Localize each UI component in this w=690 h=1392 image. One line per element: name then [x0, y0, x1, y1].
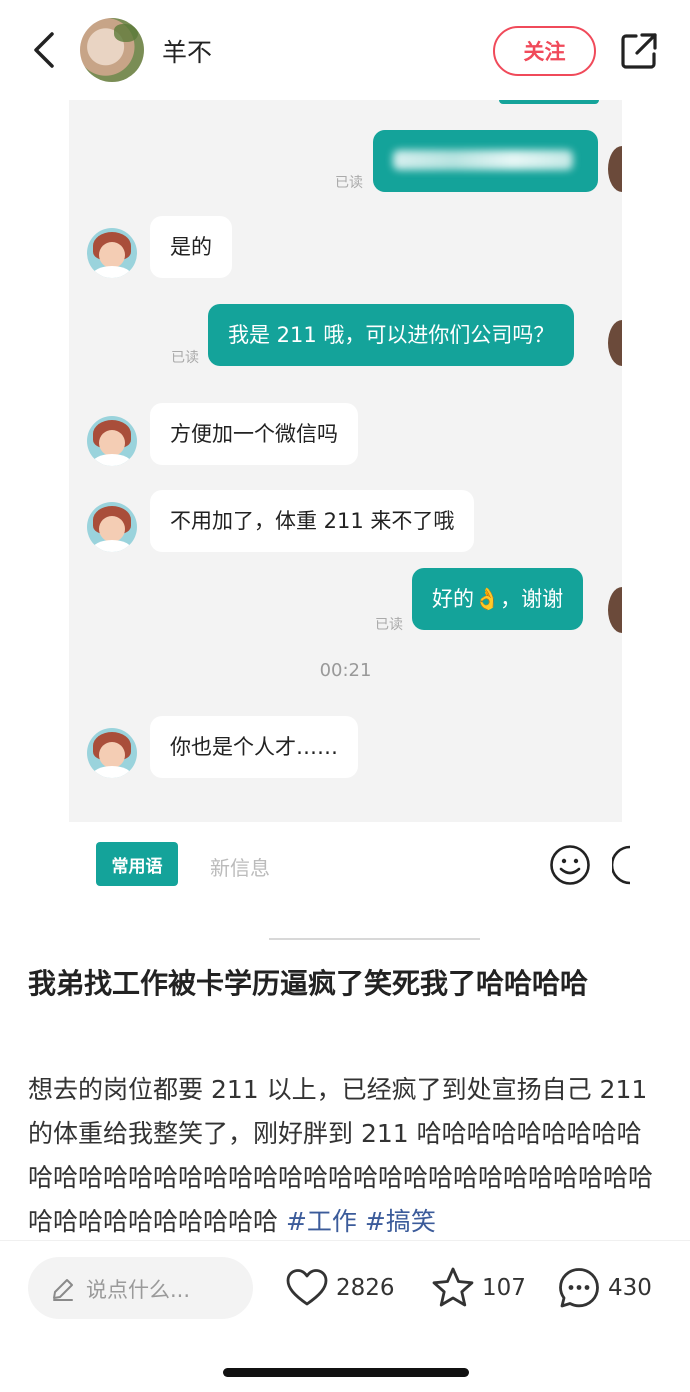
chat-input-placeholder: 新信息: [210, 856, 270, 880]
top-bar: 羊不 关注: [0, 0, 690, 100]
comment-count: 430: [608, 1275, 652, 1301]
more-icon: [612, 845, 631, 885]
self-avatar-edge: [608, 587, 622, 633]
read-receipt: 已读: [375, 617, 403, 633]
read-receipt: 已读: [171, 350, 199, 366]
emoji-icon: [550, 845, 590, 885]
like-button[interactable]: 2826: [284, 1263, 395, 1313]
comment-bubble-icon: [559, 1268, 599, 1308]
like-count: 2826: [336, 1275, 395, 1301]
favorite-button[interactable]: 107: [430, 1263, 526, 1313]
chat-message: 好的👌，谢谢: [412, 568, 584, 630]
chat-message: 你也是个人才……: [150, 716, 358, 778]
back-arrow-icon[interactable]: [26, 28, 66, 72]
contact-avatar: [87, 228, 137, 278]
chat-bubble-edge: [499, 100, 599, 104]
self-avatar-edge: [608, 146, 622, 192]
blurred-message-bubble: [373, 130, 598, 192]
contact-avatar: [87, 502, 137, 552]
star-icon: [432, 1267, 474, 1307]
home-indicator[interactable]: [223, 1368, 469, 1377]
contact-avatar: [87, 416, 137, 466]
self-avatar-edge: [608, 320, 622, 366]
quick-reply-button: 常用语: [96, 842, 178, 886]
chat-screenshot[interactable]: 已读 是的 我是 211 哦，可以进你们公司吗？ 已读 方便加一个微信吗 不用加…: [69, 100, 622, 822]
contact-avatar: [87, 728, 137, 778]
bottom-action-bar: 说点什么... 2826 107 430: [0, 1240, 690, 1340]
author-name[interactable]: 羊不: [162, 33, 212, 69]
heart-icon: [286, 1269, 328, 1306]
author-avatar[interactable]: [80, 18, 144, 82]
comment-placeholder: 说点什么...: [86, 1278, 191, 1302]
comment-input[interactable]: 说点什么...: [28, 1257, 253, 1319]
chat-input-bar: 常用语 新信息: [69, 822, 631, 902]
post-title: 我弟找工作被卡学历逼疯了笑死我了哈哈哈哈: [28, 967, 589, 1000]
chat-message: 我是 211 哦，可以进你们公司吗？: [208, 304, 575, 366]
hashtag-link[interactable]: #工作: [286, 1207, 357, 1236]
pencil-icon: [53, 1279, 73, 1301]
chat-message: 不用加了，体重 211 来不了哦: [150, 490, 475, 552]
favorite-count: 107: [482, 1275, 526, 1301]
follow-button[interactable]: 关注: [493, 26, 596, 76]
divider: [269, 938, 480, 940]
post-body: 想去的岗位都要 211 以上，已经疯了到处宣扬自己 211 的体重给我整笑了，刚…: [28, 1068, 660, 1244]
share-icon[interactable]: [620, 32, 658, 70]
chat-timestamp: 00:21: [319, 660, 372, 681]
chat-message: 方便加一个微信吗: [150, 403, 358, 465]
comment-button[interactable]: 430: [556, 1263, 652, 1313]
read-receipt: 已读: [335, 175, 363, 191]
hashtag-link[interactable]: #搞笑: [365, 1207, 436, 1236]
chat-message: 是的: [150, 216, 232, 278]
